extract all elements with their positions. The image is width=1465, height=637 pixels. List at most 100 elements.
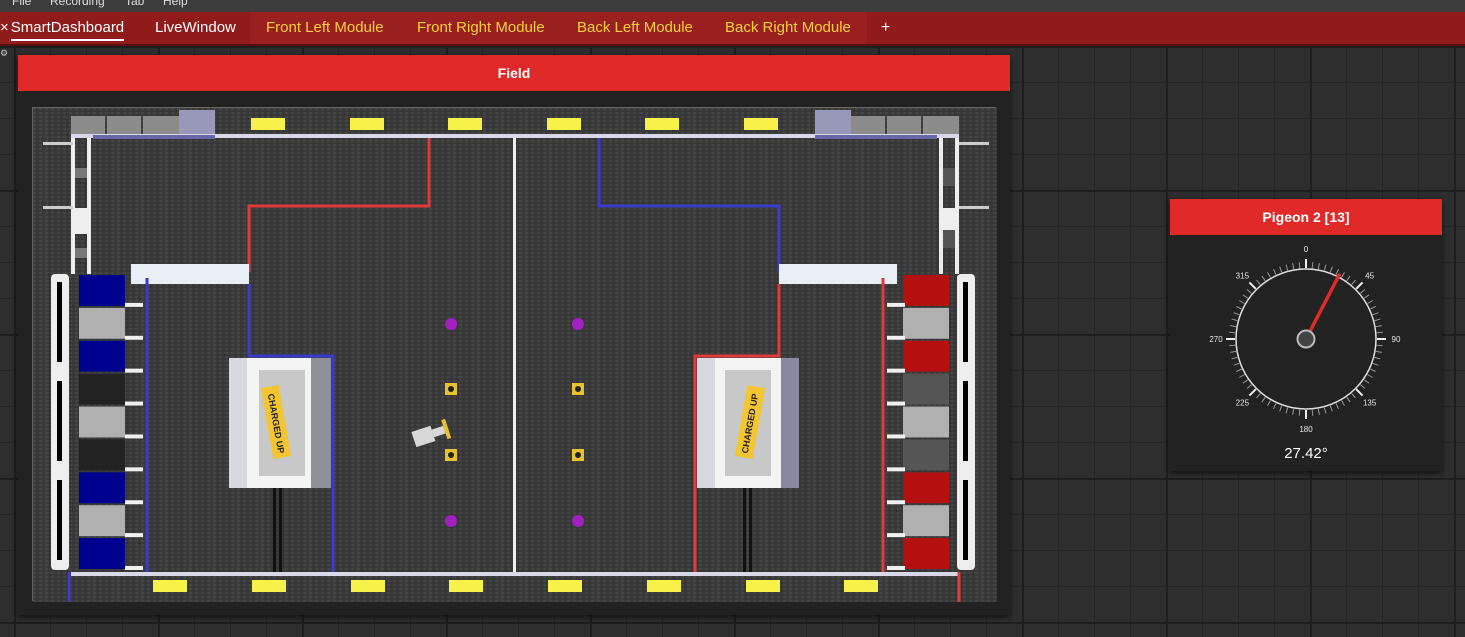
tab-back-right-module[interactable]: Back Right Module <box>725 12 851 44</box>
widget-title[interactable]: Field <box>18 55 1010 91</box>
grid-wall-slot <box>963 381 968 461</box>
gyro-dial: 0 45 90 135 180 225 270 315 <box>1209 245 1401 434</box>
grid-divider <box>125 434 143 439</box>
minor-tick <box>1273 403 1277 409</box>
minor-tick <box>1261 396 1266 403</box>
grid-node <box>903 340 949 372</box>
menu-tab[interactable]: Tab <box>125 0 144 8</box>
minor-tick <box>1346 396 1351 403</box>
grid-wall-slot <box>963 480 968 560</box>
bottom-marker <box>153 580 187 592</box>
tab-livewindow[interactable]: LiveWindow <box>155 12 236 44</box>
gyro-widget[interactable]: Pigeon 2 [13] 0 45 90 135 180 225 270 315 27.42… <box>1170 199 1442 471</box>
top-marker <box>547 118 581 130</box>
top-marker <box>251 118 285 130</box>
needle-hub <box>1296 329 1316 349</box>
grid-divider <box>887 566 905 570</box>
minor-tick <box>1370 306 1376 310</box>
minor-tick <box>1233 362 1240 366</box>
minor-tick <box>1363 294 1370 299</box>
minor-tick <box>1372 312 1379 316</box>
minor-tick <box>1239 300 1245 304</box>
minor-tick <box>1311 262 1314 269</box>
minor-tick <box>1256 279 1261 285</box>
cube-piece <box>445 318 457 330</box>
minor-tick <box>1292 408 1295 415</box>
bottom-rail <box>71 572 959 576</box>
grid-divider <box>125 500 143 505</box>
minor-tick <box>1267 272 1271 278</box>
tab-front-right-module[interactable]: Front Right Module <box>417 12 545 44</box>
grid-divider <box>125 335 143 340</box>
tab-back-left-module[interactable]: Back Left Module <box>577 12 693 44</box>
dial-label: 0 <box>1304 245 1309 254</box>
minor-tick <box>1375 325 1382 328</box>
plus-icon: + <box>881 19 891 36</box>
minor-tick <box>1256 393 1261 399</box>
minor-tick <box>1230 325 1237 328</box>
minor-tick <box>1231 356 1238 360</box>
grid-divider <box>125 368 143 373</box>
minor-tick <box>1233 312 1240 316</box>
grid-node <box>903 505 949 537</box>
minor-tick <box>1236 306 1242 310</box>
menu-help[interactable]: Help <box>163 0 188 8</box>
minor-tick <box>1317 408 1320 415</box>
minor-tick <box>1346 275 1351 282</box>
minor-tick <box>1298 409 1301 416</box>
close-icon[interactable]: × <box>0 19 9 36</box>
bottom-marker <box>252 580 286 592</box>
tab-label: Back Left Module <box>577 19 693 36</box>
tab-label: Front Right Module <box>417 19 545 36</box>
add-tab-button[interactable]: + <box>881 12 890 44</box>
field-view[interactable]: CHARGED UP CHARGED UP <box>32 107 997 602</box>
minor-tick <box>1363 379 1370 384</box>
tab-smartdashboard[interactable]: × SmartDashboard <box>0 12 140 44</box>
dial-label: 180 <box>1299 425 1313 434</box>
dial-label: 270 <box>1209 335 1223 344</box>
minor-tick <box>1367 300 1373 304</box>
menu-file[interactable]: File <box>12 0 31 8</box>
minor-tick <box>1311 409 1314 416</box>
grid-divider <box>887 335 905 340</box>
grid-divider <box>887 368 905 373</box>
minor-tick <box>1360 289 1366 294</box>
tab-bar: × SmartDashboard LiveWindow Front Left Mo… <box>0 12 1465 46</box>
tab-label: Back Right Module <box>725 19 851 36</box>
grid-node <box>903 373 949 405</box>
minor-tick <box>1360 384 1366 389</box>
grid-node <box>79 505 125 537</box>
grid-wall-slot <box>57 480 62 560</box>
minor-tick <box>1246 384 1252 389</box>
gear-icon[interactable]: ⚙ <box>0 48 8 59</box>
minor-tick <box>1267 400 1271 406</box>
tab-label: LiveWindow <box>155 19 236 36</box>
minor-tick <box>1229 331 1236 334</box>
tab-front-left-module[interactable]: Front Left Module <box>266 12 384 44</box>
minor-tick <box>1317 263 1320 270</box>
red-barrier <box>779 264 897 284</box>
grid-node <box>79 373 125 405</box>
minor-tick <box>1341 272 1345 278</box>
widget-title[interactable]: Pigeon 2 [13] <box>1170 199 1442 235</box>
minor-tick <box>1372 362 1379 366</box>
dial-label: 45 <box>1365 271 1374 280</box>
menu-bar: File Recording Tab Help <box>0 0 1465 12</box>
major-tick <box>1355 388 1364 397</box>
grid-node <box>903 307 949 339</box>
minor-tick <box>1376 331 1383 334</box>
minor-tick <box>1242 379 1249 384</box>
gyro-needle <box>1304 273 1341 341</box>
minor-tick <box>1292 263 1295 270</box>
tab-label: SmartDashboard <box>10 17 125 41</box>
cube-piece <box>572 318 584 330</box>
minor-tick <box>1323 407 1327 414</box>
dial-label: 90 <box>1392 335 1401 344</box>
menu-recording[interactable]: Recording <box>50 0 105 8</box>
minor-tick <box>1370 368 1376 372</box>
field-widget[interactable]: Field CHARGED UP CHARGED UP <box>18 55 1010 615</box>
grid-node <box>903 439 949 471</box>
minor-tick <box>1341 400 1345 406</box>
grid-node <box>79 340 125 372</box>
minor-tick <box>1261 275 1266 282</box>
